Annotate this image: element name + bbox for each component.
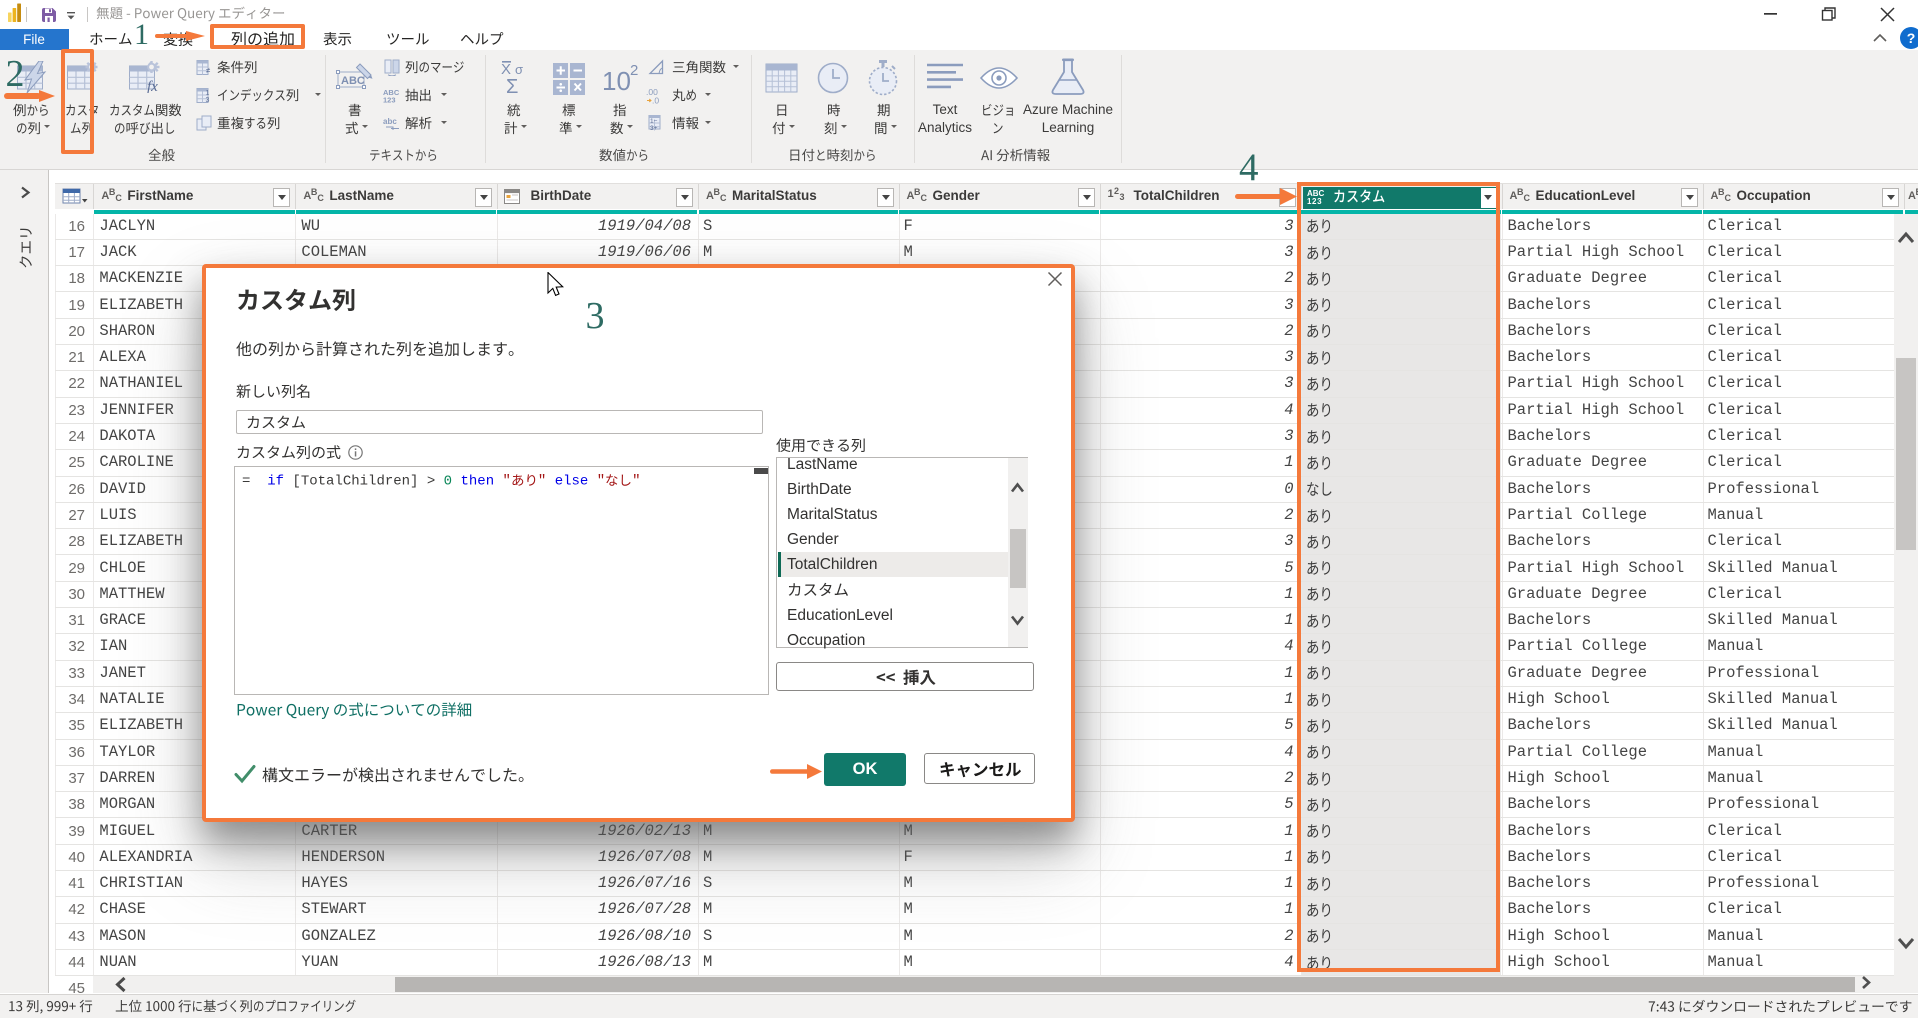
svg-text:3+: 3+ [650,125,658,132]
svg-text:123: 123 [383,96,396,104]
svg-text:≠: ≠ [206,66,211,75]
svg-text:.0: .0 [652,96,659,105]
svg-text:10: 10 [602,66,631,96]
svg-text:ABC: ABC [341,75,365,87]
svg-text:fx: fx [147,79,158,93]
svg-text:1−: 1− [650,118,658,125]
svg-text:Σ: Σ [506,76,518,96]
svg-text:abc: abc [383,117,397,126]
svg-text:2: 2 [630,62,638,79]
svg-text:3: 3 [206,97,210,104]
svg-text:?: ? [1907,30,1916,46]
svg-text:σ: σ [515,62,523,77]
svg-text:1: 1 [206,90,210,97]
